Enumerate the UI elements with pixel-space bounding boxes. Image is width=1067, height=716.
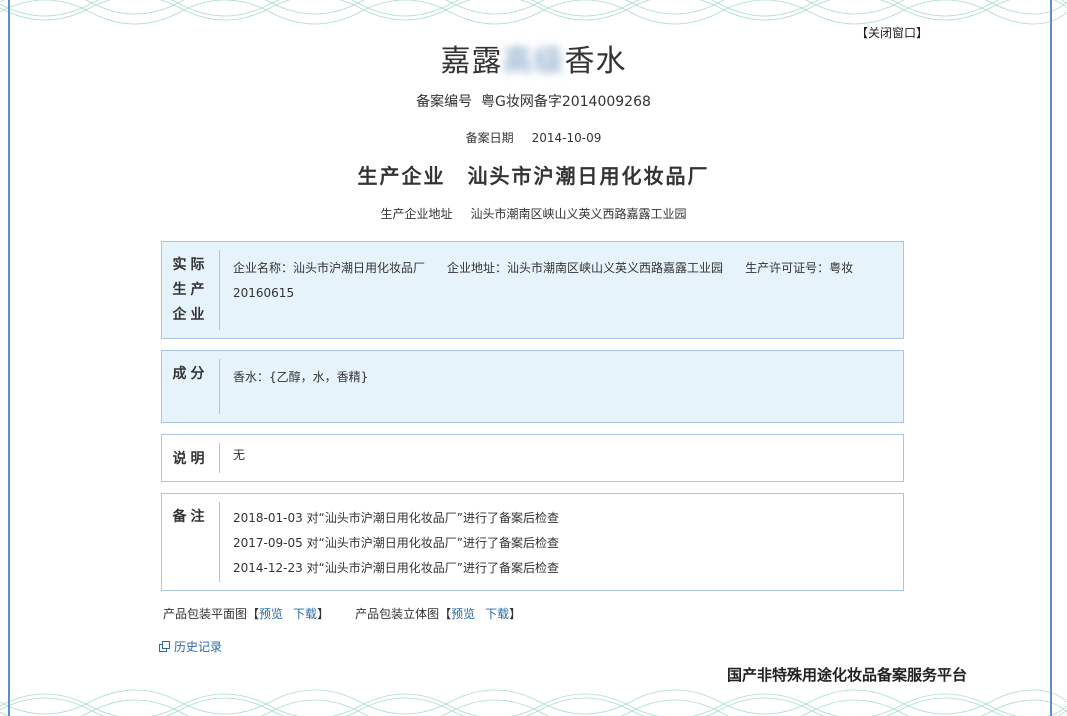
record-number-value: 粤G妆网备字2014009268 <box>480 94 651 110</box>
remarks-label: 备注 <box>162 502 220 582</box>
bracket-close: 】 <box>317 607 330 621</box>
ingredients-box: 成分 香水：{乙醇，水，香精} <box>161 350 904 423</box>
flat-packaging-label: 产品包装平面图 <box>163 607 248 621</box>
producer-name: 汕头市沪潮日用化妆品厂 <box>467 164 710 188</box>
bracket-open: 【 <box>247 607 260 621</box>
producer-address: 生产企业地址 汕头市潮南区峡山义英义西路嘉露工业园 <box>0 205 1067 222</box>
remarks-box: 备注 2018-01-03 对“汕头市沪潮日用化妆品厂”进行了备案后检查 201… <box>161 493 904 591</box>
record-date-label: 备案日期 <box>465 131 514 145</box>
record-number: 备案编号 粤G妆网备字2014009268 <box>0 91 1067 111</box>
remark-item: 2017-09-05 对“汕头市沪潮日用化妆品厂”进行了备案后检查 <box>233 536 559 550</box>
producer-address-label: 生产企业地址 <box>380 207 453 221</box>
remark-item: 2014-12-23 对“汕头市沪潮日用化妆品厂”进行了备案后检查 <box>233 561 559 575</box>
company-address-label: 企业地址： <box>447 261 508 275</box>
history-label: 历史记录 <box>174 640 223 654</box>
ingredients-value: 香水：{乙醇，水，香精} <box>233 370 369 384</box>
description-label: 说明 <box>162 443 220 473</box>
history-window-icon <box>159 641 170 652</box>
company-address-value: 汕头市潮南区峡山义英义西路嘉露工业园 <box>507 261 724 275</box>
product-name-prefix: 嘉露 <box>440 44 503 79</box>
top-wave-border <box>0 0 1067 25</box>
remark-item: 2018-01-03 对“汕头市沪潮日用化妆品厂”进行了备案后检查 <box>233 511 559 525</box>
3d-packaging-label: 产品包装立体图 <box>355 607 440 621</box>
bracket-open: 【 <box>439 607 452 621</box>
flat-preview-link[interactable]: 预览 <box>259 607 283 621</box>
packaging-links: 产品包装平面图【预览 下载】 产品包装立体图【预览 下载】 <box>163 605 521 622</box>
history-link[interactable]: 历史记录 <box>159 638 222 655</box>
record-date: 备案日期 2014-10-09 <box>0 129 1067 146</box>
bracket-close: 】 <box>509 607 522 621</box>
product-name-suffix: 香水 <box>564 44 627 79</box>
license-label: 生产许可证号： <box>745 261 830 275</box>
flat-download-link[interactable]: 下载 <box>293 607 317 621</box>
producer-heading: 生产企业 汕头市沪潮日用化妆品厂 <box>0 160 1067 189</box>
actual-producer-label: 实际 生产 企业 <box>162 250 220 330</box>
producer-label: 生产企业 <box>357 164 446 188</box>
company-name-label: 企业名称： <box>233 261 294 275</box>
producer-address-value: 汕头市潮南区峡山义英义西路嘉露工业园 <box>470 207 687 221</box>
product-title: 嘉露高级香水 <box>0 36 1067 80</box>
record-date-value: 2014-10-09 <box>531 131 602 145</box>
product-name-blurred: 高级 <box>502 44 565 79</box>
3d-download-link[interactable]: 下载 <box>485 607 509 621</box>
bottom-wave-border <box>0 689 1067 716</box>
platform-name: 国产非特殊用途化妆品备案服务平台 <box>727 666 968 684</box>
ingredients-label: 成分 <box>162 359 220 414</box>
remarks-list: 2018-01-03 对“汕头市沪潮日用化妆品厂”进行了备案后检查 2017-0… <box>233 506 887 581</box>
actual-producer-content: 企业名称：汕头市沪潮日用化妆品厂 企业地址：汕头市潮南区峡山义英义西路嘉露工业园 生… <box>233 256 887 306</box>
record-number-label: 备案编号 <box>416 94 473 110</box>
description-value: 无 <box>233 448 246 462</box>
company-name-value: 汕头市沪潮日用化妆品厂 <box>293 261 426 275</box>
actual-producer-box: 实际 生产 企业 企业名称：汕头市沪潮日用化妆品厂 企业地址：汕头市潮南区峡山义英义西… <box>161 241 904 339</box>
3d-preview-link[interactable]: 预览 <box>451 607 475 621</box>
description-box: 说明 无 <box>161 434 904 482</box>
